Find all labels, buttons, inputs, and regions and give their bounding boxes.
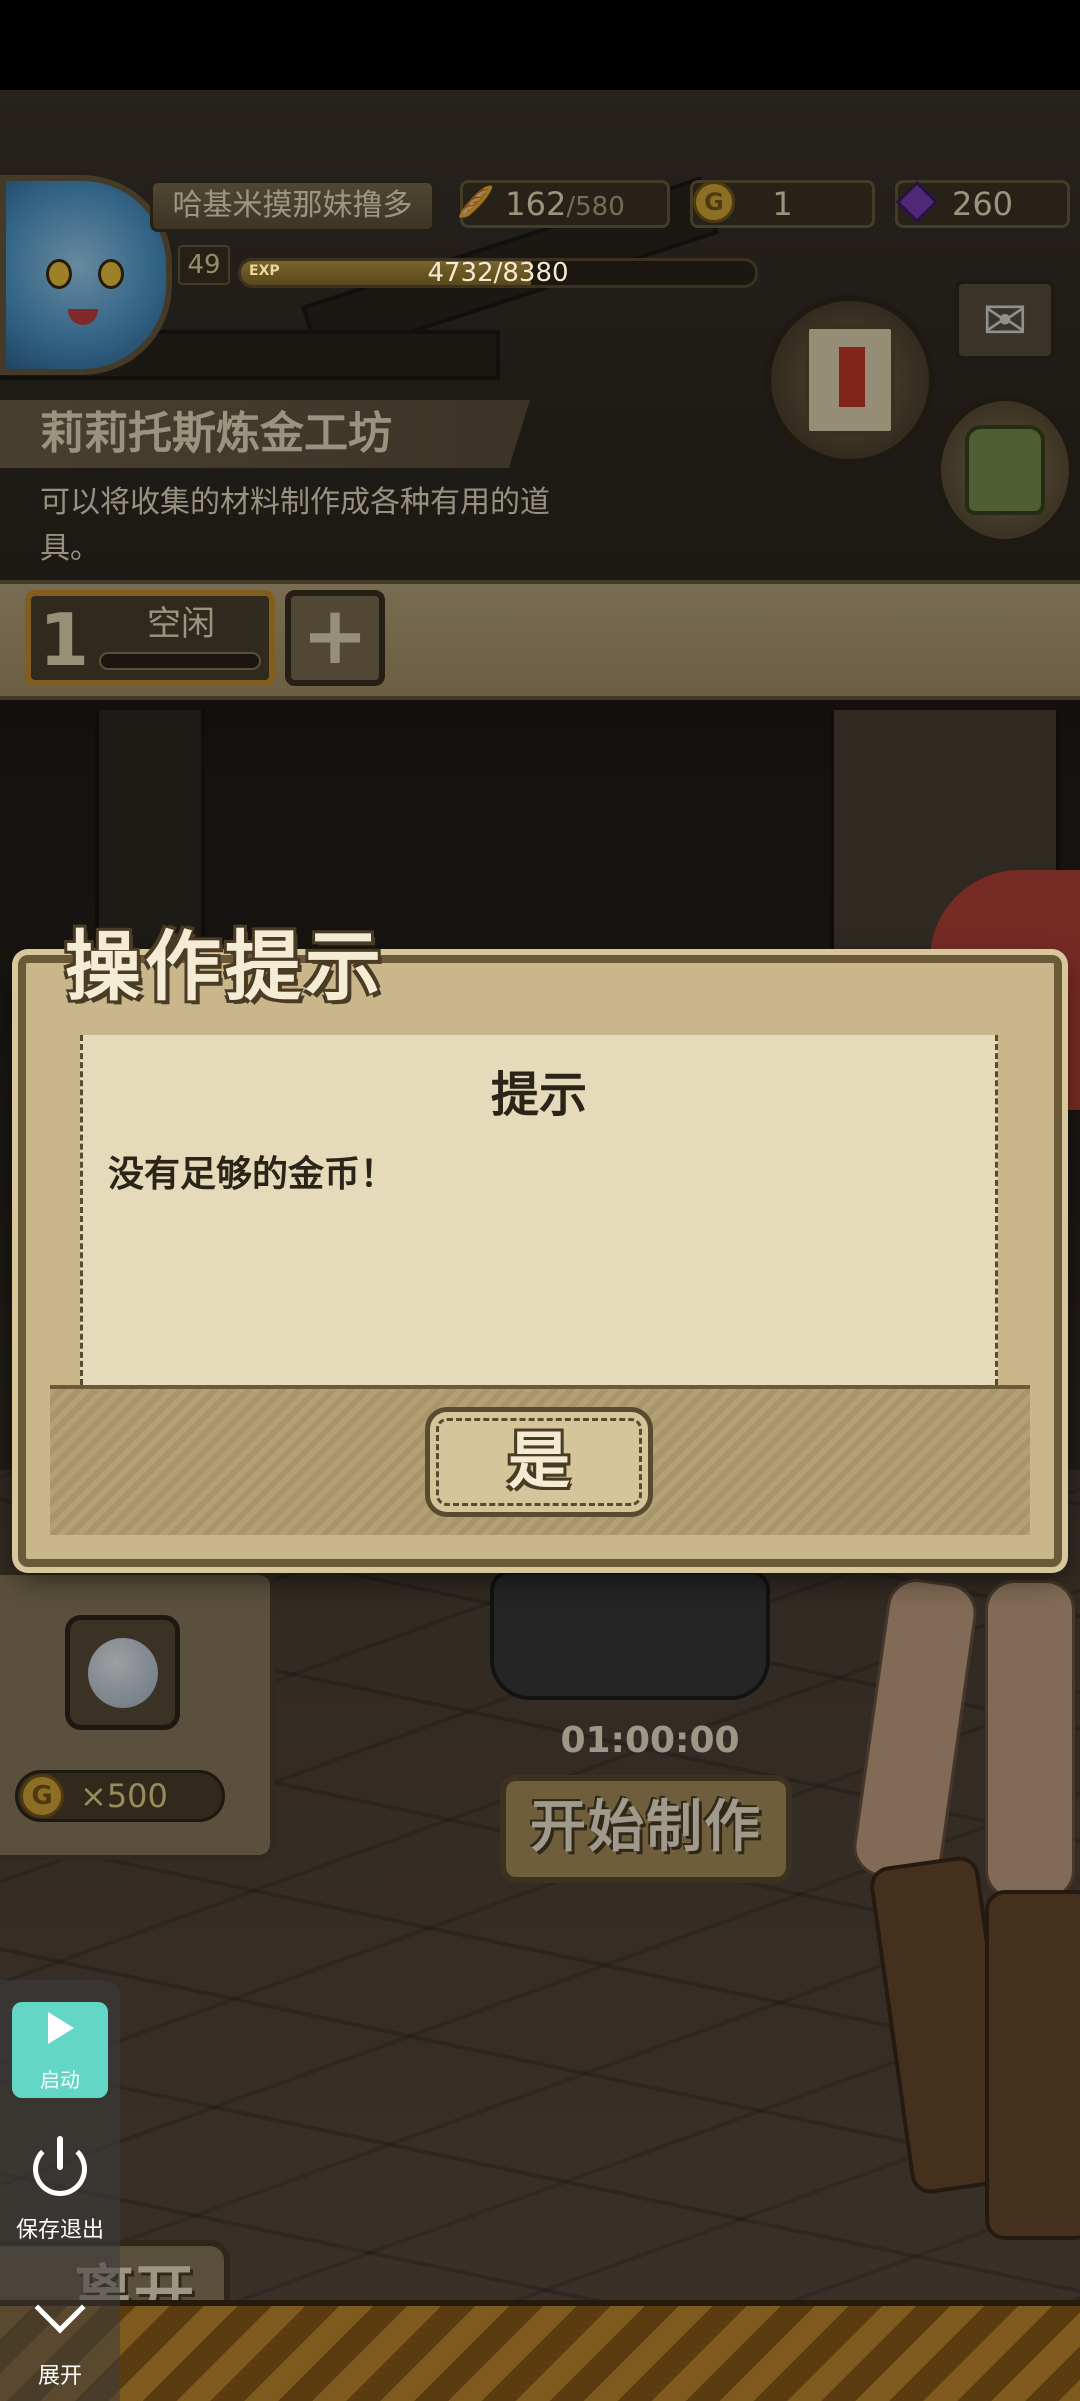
status-bar: [0, 0, 1080, 90]
confirm-button[interactable]: 是: [425, 1407, 653, 1517]
power-icon-line: [57, 2136, 63, 2170]
dialog-title: 操作提示: [65, 922, 385, 1011]
dialog-message: 没有足够的金币！: [108, 1154, 397, 1195]
play-icon: [48, 2012, 74, 2044]
exp-text: 4732/8380: [427, 258, 569, 288]
exp-bar: EXP 4732/8380: [238, 258, 758, 288]
assistant-start-label: 启动: [40, 2068, 80, 2092]
expand-label[interactable]: 展开: [0, 2358, 120, 2390]
dialog-heading: 提示: [490, 1067, 587, 1123]
save-exit-label[interactable]: 保存退出: [0, 2212, 120, 2244]
